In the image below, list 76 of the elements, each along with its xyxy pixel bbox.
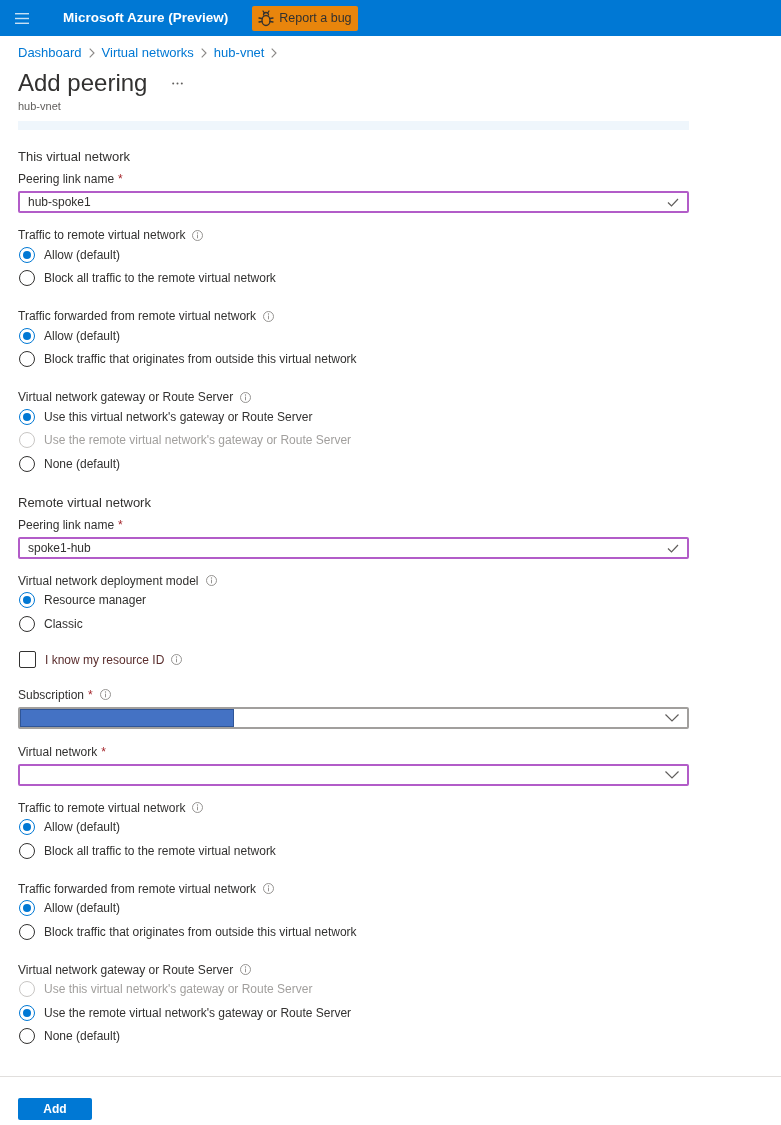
field-label: Traffic forwarded from remote virtual network (18, 880, 257, 897)
option-label[interactable]: None (default) (44, 1028, 121, 1045)
report-bug-button[interactable]: Report a bug (252, 5, 358, 31)
radio-button[interactable] (19, 900, 35, 917)
chevron-right-icon (200, 48, 207, 58)
chevron-right-icon (271, 48, 278, 58)
required-mark: * (118, 171, 123, 187)
radio-button[interactable] (19, 327, 35, 344)
more-icon (171, 81, 183, 85)
chevron-right-icon (88, 48, 95, 58)
bug-icon (258, 9, 275, 27)
text-field[interactable]: spoke1-hub (18, 536, 689, 559)
menu-icon[interactable] (15, 12, 29, 24)
option-label[interactable]: Use this virtual network's gateway or Route Server (44, 408, 313, 425)
field-label: Traffic to remote virtual network (18, 227, 186, 243)
field-label: Peering link name (18, 171, 115, 187)
chevron-down-icon (665, 713, 679, 722)
required-mark: * (88, 686, 93, 703)
option-label[interactable]: Allow (default) (44, 246, 121, 263)
breadcrumb-link[interactable]: Virtual networks (101, 45, 194, 61)
field-label: Peering link name (18, 516, 115, 533)
chevron-down-icon (665, 770, 679, 779)
breadcrumb-link[interactable]: Dashboard (18, 45, 82, 61)
field-label: Subscription (18, 686, 85, 703)
info-icon[interactable] (240, 964, 252, 975)
required-mark: * (101, 743, 106, 760)
option-label[interactable]: Classic (44, 615, 83, 632)
field-label: Virtual network deployment model (18, 572, 199, 589)
app-title[interactable]: Microsoft Azure (Preview) (63, 7, 229, 29)
page-title: Add peering (18, 68, 148, 98)
option-label[interactable]: Use the remote virtual network's gateway or Route Server (44, 1004, 352, 1021)
option-label[interactable]: None (default) (44, 455, 121, 472)
field-label: Virtual network gateway or Route Server (18, 389, 234, 405)
info-icon[interactable] (263, 310, 275, 322)
radio-button[interactable] (19, 270, 35, 287)
radio-button[interactable] (19, 408, 35, 425)
radio-button[interactable] (19, 351, 35, 368)
option-label[interactable]: Block all traffic to the remote virtual network (44, 842, 276, 859)
info-icon[interactable] (171, 654, 183, 665)
radio-button[interactable] (19, 842, 35, 859)
radio-button[interactable] (19, 615, 35, 632)
info-icon[interactable] (240, 391, 252, 403)
field-label: Virtual network (18, 743, 98, 760)
field-label: Traffic to remote virtual network (18, 799, 186, 816)
option-label[interactable]: Allow (default) (44, 900, 121, 917)
section-heading: Remote virtual network (18, 493, 152, 512)
radio-button[interactable] (19, 923, 35, 940)
breadcrumb-link[interactable]: hub-vnet (213, 45, 265, 61)
radio-button[interactable] (19, 1028, 35, 1045)
field-label: Virtual network gateway or Route Server (18, 961, 234, 978)
radio-button[interactable] (19, 819, 35, 836)
field-label: Traffic forwarded from remote virtual network (18, 308, 257, 324)
info-icon[interactable] (192, 802, 204, 813)
dropdown-field[interactable] (18, 763, 689, 786)
option-label[interactable]: Allow (default) (44, 819, 121, 836)
option-label[interactable]: Resource manager (44, 592, 147, 609)
radio-button[interactable] (19, 1004, 35, 1021)
page-subtitle: hub-vnet (18, 99, 62, 113)
checkbox[interactable] (19, 651, 36, 668)
info-icon[interactable] (263, 883, 275, 894)
option-label[interactable]: Block traffic that originates from outside this virtual network (44, 923, 357, 940)
add-button[interactable]: Add (18, 1098, 92, 1120)
info-icon[interactable] (205, 575, 217, 586)
radio-button[interactable] (19, 455, 35, 472)
option-label[interactable]: Block all traffic to the remote virtual network (44, 270, 276, 287)
option-label[interactable]: Allow (default) (44, 327, 121, 344)
radio-button[interactable] (19, 592, 35, 609)
info-icon[interactable] (99, 689, 111, 700)
section-heading: This virtual network (18, 148, 131, 166)
info-icon[interactable] (192, 229, 204, 241)
radio-button[interactable] (19, 246, 35, 263)
checkbox-label[interactable]: I know my resource ID (45, 651, 165, 668)
dropdown-field[interactable] (18, 706, 689, 729)
required-mark: * (118, 516, 123, 533)
text-field[interactable]: hub-spoke1 (18, 191, 689, 213)
option-label[interactable]: Block traffic that originates from outside this virtual network (44, 351, 357, 368)
